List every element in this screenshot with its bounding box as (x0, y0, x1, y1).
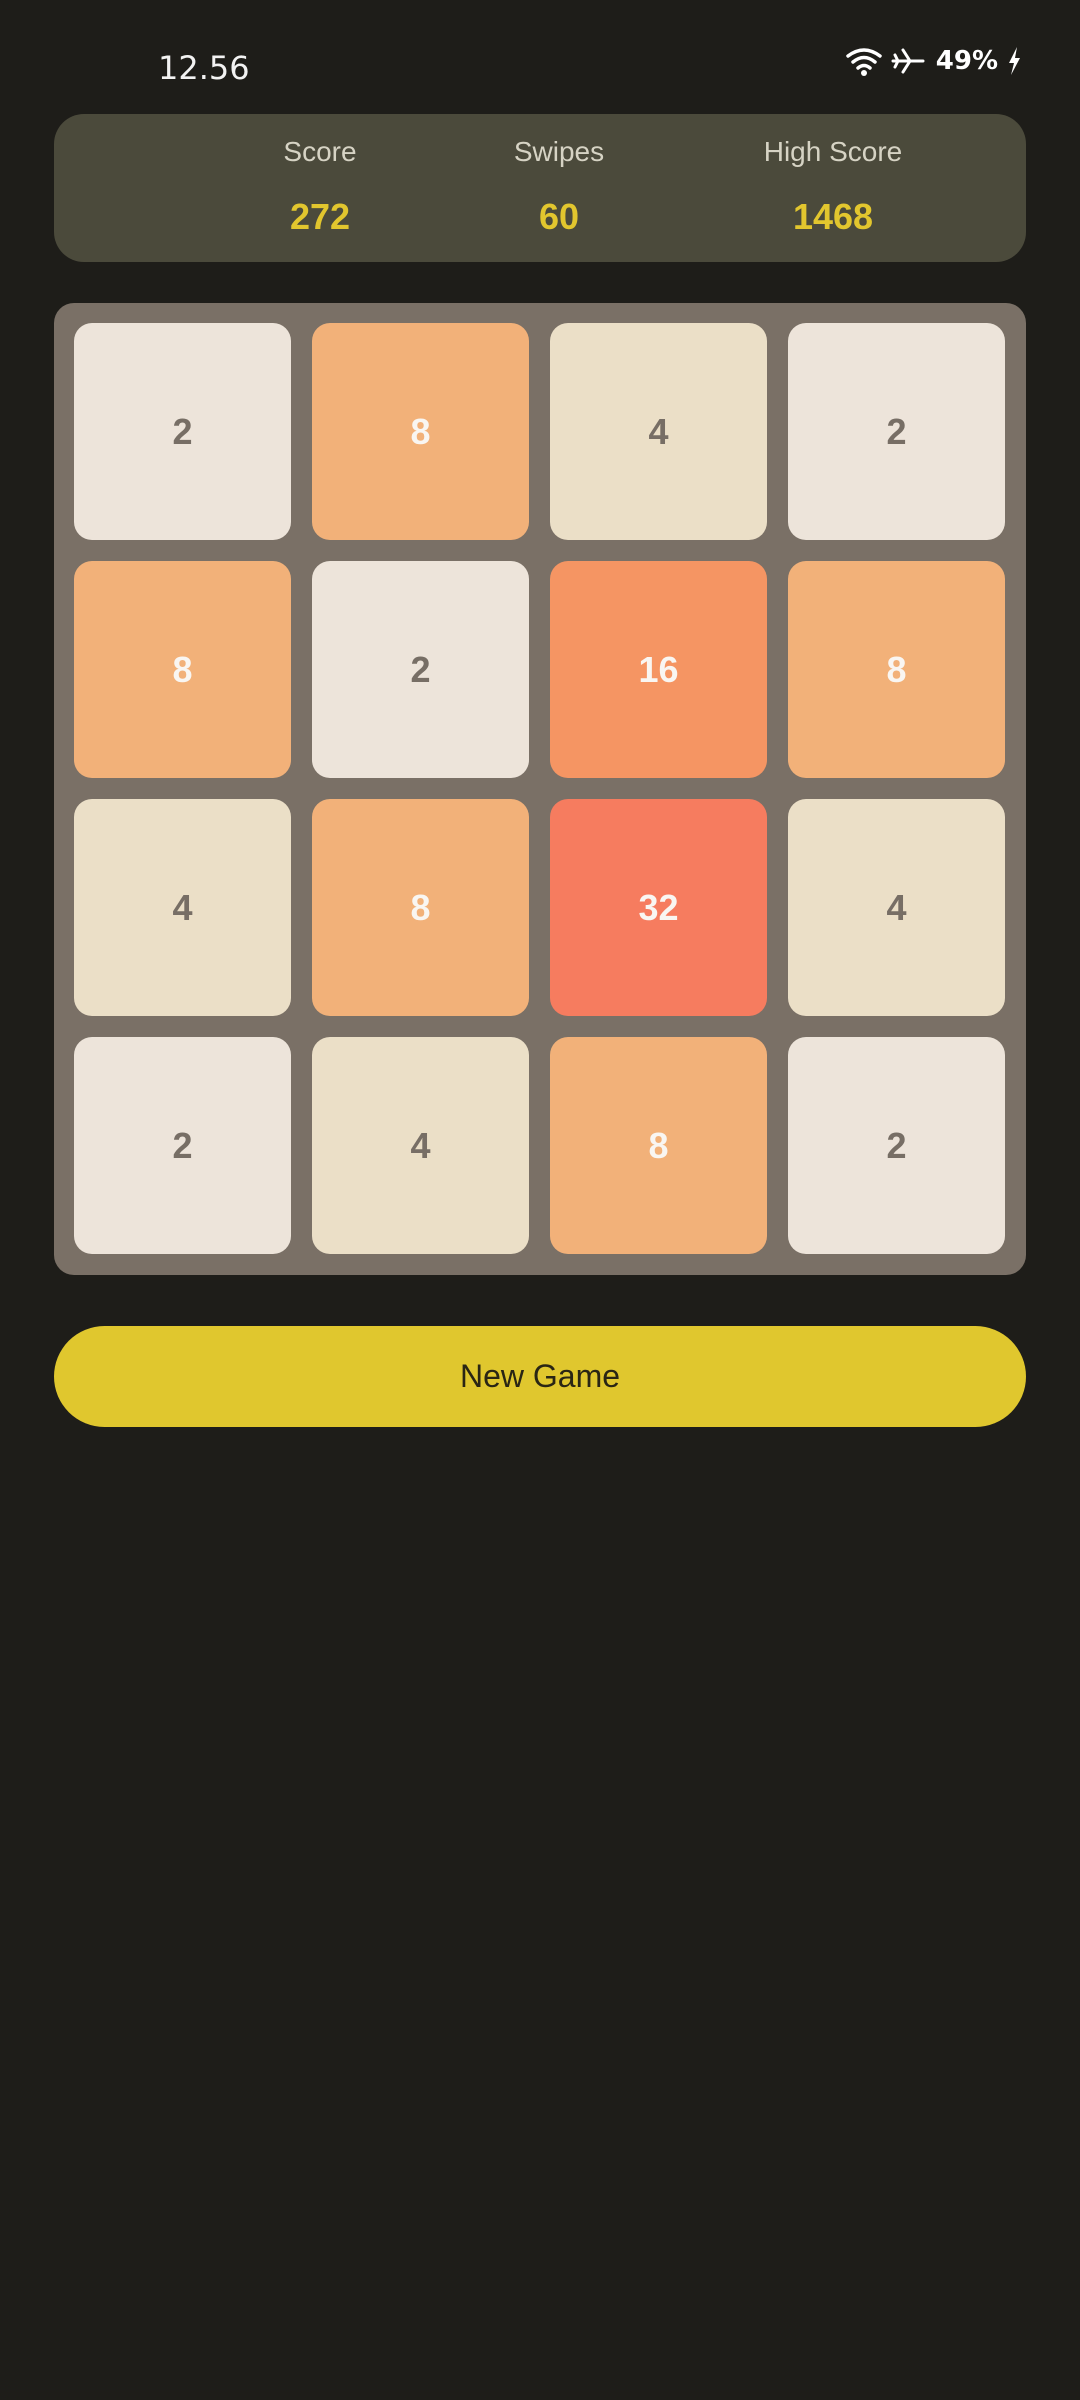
tile-r4-c4: 2 (788, 1037, 1005, 1254)
new-game-button[interactable]: New Game (54, 1326, 1026, 1427)
tile-r3-c4: 4 (788, 799, 1005, 1016)
tile-r2-c3: 16 (550, 561, 767, 778)
status-time: 12.56 (158, 49, 250, 87)
charging-icon (1006, 46, 1022, 76)
game-board[interactable]: 2 8 4 2 8 2 16 8 4 8 32 4 2 4 8 2 (54, 303, 1026, 1275)
tile-r1-c3: 4 (550, 323, 767, 540)
tile-r2-c2: 2 (312, 561, 529, 778)
tile-r4-c2: 4 (312, 1037, 529, 1254)
high-score-label: High Score (763, 136, 903, 167)
high-score-value: 1468 (792, 196, 874, 237)
tile-r1-c1: 2 (74, 323, 291, 540)
tile-r4-c3: 8 (550, 1037, 767, 1254)
tile-r2-c1: 8 (74, 561, 291, 778)
swipes-value: 60 (538, 196, 580, 237)
tile-r3-c3: 32 (550, 799, 767, 1016)
tile-r1-c4: 2 (788, 323, 1005, 540)
swipes-label: Swipes (513, 136, 605, 167)
tile-r3-c2: 8 (312, 799, 529, 1016)
tile-r2-c4: 8 (788, 561, 1005, 778)
score-panel: Score 272 Swipes 60 High Score 1468 (54, 114, 1026, 262)
tile-r4-c1: 2 (74, 1037, 291, 1254)
airplane-mode-icon (890, 46, 926, 76)
tile-r3-c1: 4 (74, 799, 291, 1016)
tile-r1-c2: 8 (312, 323, 529, 540)
battery-percentage: 49% (935, 46, 998, 76)
status-bar: 12.56 49% (0, 0, 1080, 120)
wifi-icon (846, 46, 882, 76)
status-icons: 49% (838, 46, 1022, 76)
